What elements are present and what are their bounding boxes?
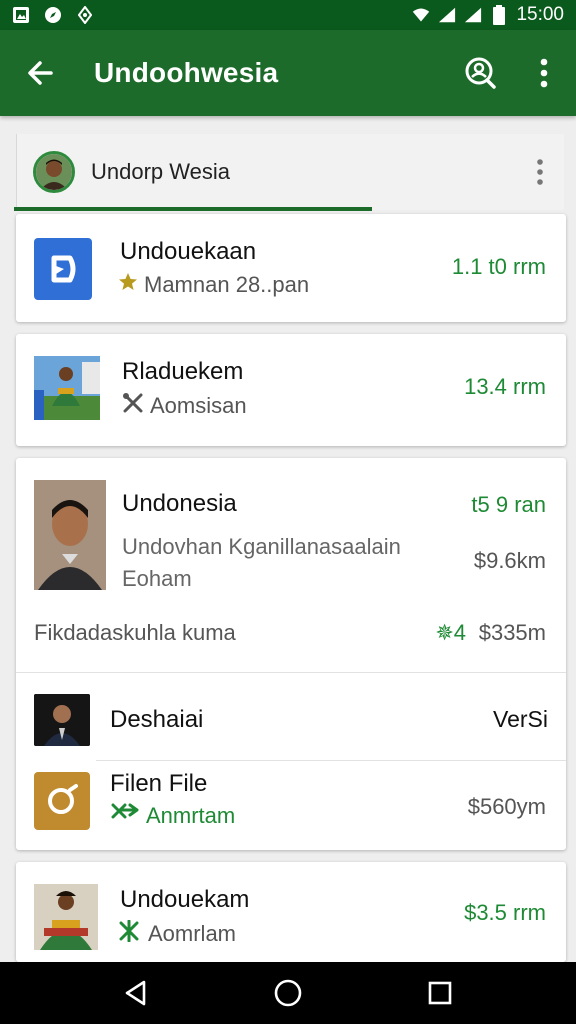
item-description: Undovhan Kganillanasaalain [122,534,401,559]
profile-name: Undorp Wesia [91,159,230,184]
item-title: Undouekam [120,886,250,913]
item-value: 13.4 rrm [464,374,546,399]
item-value: t5 9 ran [471,492,546,517]
item-value: 1.1 t0 rrm [451,254,546,279]
gallery-icon [12,6,30,24]
wifi-icon [412,6,430,24]
back-triangle-icon[interactable] [106,968,166,1018]
item-desc-value: $9.6km [473,548,546,573]
signal-icon [438,6,456,24]
signal-icon [464,6,482,24]
item-title: Filen File [110,770,208,797]
list-item[interactable]: Rladuekem Aomsisan 13.4 rrm [16,334,566,446]
home-circle-icon[interactable] [258,968,318,1018]
status-time: 15:00 [516,4,564,25]
divider [96,760,566,761]
tab-indicator [14,207,372,211]
item-title: Deshaiai [110,706,204,733]
list-item[interactable]: Undouekaan Mamnan 28..pan 1.1 t0 rrm [16,214,566,322]
app-logo-icon [34,772,90,830]
search-person-icon[interactable] [448,30,512,116]
item-subtitle: Aomrlam [118,919,237,948]
avatar [33,151,75,193]
battery-icon [490,5,508,25]
item-footer-badge: ✵4 [435,620,466,645]
item-subtitle-text: Aomrlam [148,921,237,946]
item-footer: Fikdadaskuhla kuma [34,620,236,645]
app-bar: Undoohwesia [0,30,576,116]
item-description-2: Eoham [122,566,192,591]
recents-square-icon[interactable] [410,968,470,1018]
more-vert-icon[interactable] [512,30,576,116]
item-subtitle: Mamnan 28..pan [118,272,309,298]
tools-icon [122,392,144,420]
navigation-bar [0,962,576,1024]
item-title: Undonesia [122,490,237,517]
location-icon [76,6,94,24]
cross-arrows-icon [110,802,140,830]
profile-header[interactable]: Undorp Wesia [16,134,564,210]
item-title: Undouekaan [120,238,257,265]
app-logo-icon [34,238,92,300]
back-arrow-icon[interactable] [0,30,80,116]
item-thumbnail [34,480,106,590]
app-title: Undoohwesia [94,57,279,88]
item-thumbnail [34,694,90,746]
compass-icon [44,6,62,24]
item-thumbnail [34,356,100,420]
item-subtitle: Aomsisan [122,392,247,420]
star-icon [118,272,138,298]
item-subtitle-text: Anmrtam [146,803,236,828]
list-item-expanded[interactable]: Undonesia t5 9 ran Undovhan Kganillanasa… [16,458,566,850]
item-value: $3.5 rrm [464,900,546,925]
more-vert-icon[interactable] [516,142,564,202]
item-thumbnail [34,884,98,950]
item-footer-value: $335m [478,620,546,645]
item-subtitle: Anmrtam [110,802,235,830]
status-bar: 15:00 [0,0,576,30]
item-value: $560ym [467,794,546,819]
item-subtitle-text: Aomsisan [150,393,247,418]
item-subtitle-text: Mamnan 28..pan [144,272,310,297]
divider [16,672,566,673]
list-item[interactable]: Undouekam Aomrlam $3.5 rrm [16,862,566,962]
cross-arrows-icon [118,919,142,948]
item-title: Rladuekem [122,358,244,385]
item-value: VerSi [493,706,548,732]
